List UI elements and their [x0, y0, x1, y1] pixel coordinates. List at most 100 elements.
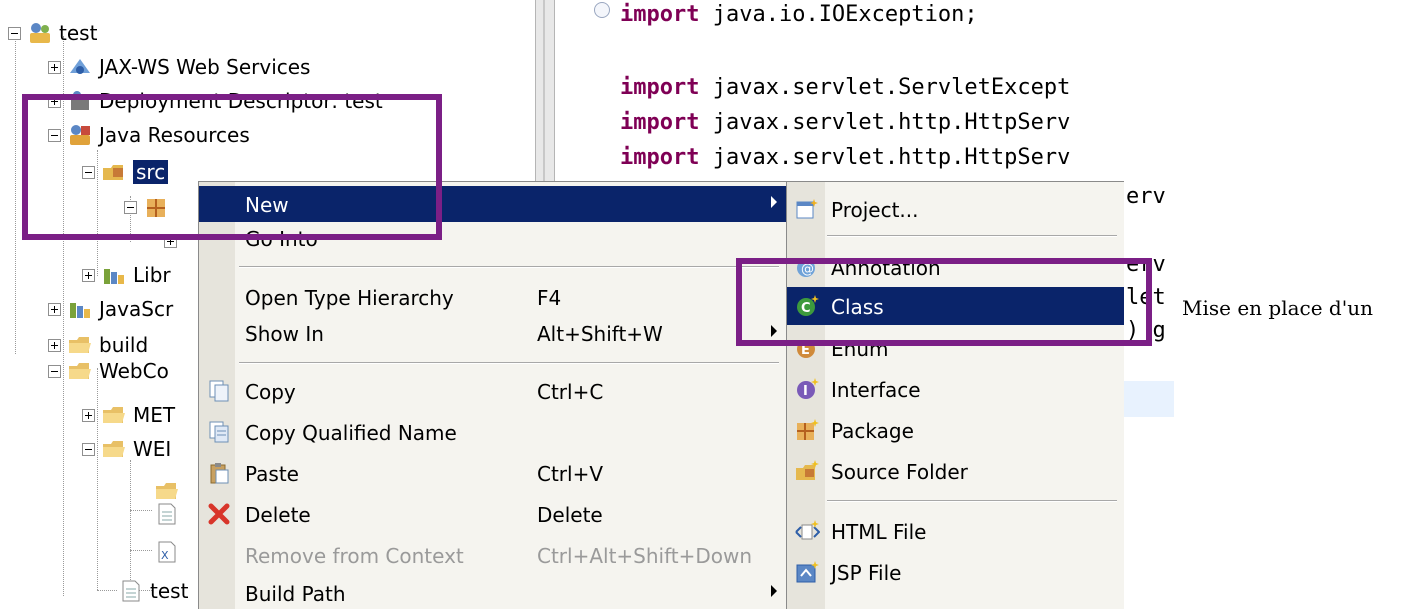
code-line-fragment: ) g [1126, 318, 1166, 343]
expand-icon[interactable] [82, 408, 95, 422]
collapse-icon[interactable] [124, 200, 137, 214]
collapse-icon[interactable] [8, 26, 21, 40]
package-icon [797, 419, 819, 440]
file-icon [158, 503, 176, 525]
tree-connector [130, 460, 131, 590]
code-line: import java.io.IOException; [620, 2, 978, 27]
tree-item-collapsed[interactable] [164, 224, 183, 258]
java-resources-icon [70, 125, 90, 145]
collapse-icon[interactable] [48, 364, 61, 378]
web-project-icon [30, 23, 50, 43]
menu-separator [239, 362, 779, 364]
svg-text:E: E [801, 343, 810, 358]
collapse-icon[interactable] [82, 442, 95, 456]
web-services-icon [70, 59, 90, 74]
collapse-icon[interactable] [82, 165, 95, 179]
menu-item-paste[interactable]: Paste Ctrl+V [199, 455, 786, 491]
tree-item-src[interactable]: src [82, 155, 169, 189]
tree-item-label: JavaScr [99, 297, 174, 321]
menu-item-show-in[interactable]: Show In Alt+Shift+W [199, 315, 786, 351]
tree-item-label: Deployment Descriptor: test [99, 89, 383, 113]
code-line-fragment: erv [1126, 252, 1166, 277]
fold-icon[interactable] [594, 2, 610, 18]
menu-item-delete[interactable]: Delete Delete [199, 496, 786, 532]
tree-item-label: MET [133, 403, 176, 427]
tree-item-webinf[interactable]: WEI [82, 432, 171, 466]
tree-item-label: JAX-WS Web Services [99, 55, 311, 79]
menu-item-open-type-hierarchy[interactable]: Open Type Hierarchy F4 [199, 279, 786, 315]
paste-icon [210, 463, 229, 484]
tree-item-label: Java Resources [99, 123, 250, 147]
submenu-arrow-icon [771, 585, 777, 597]
expand-icon[interactable] [164, 234, 177, 248]
tree-item-metainf[interactable]: MET [82, 398, 175, 432]
tree-item-libraries[interactable]: Libr [82, 258, 171, 292]
menu-item-copy-qualified-name[interactable]: Copy Qualified Name [199, 414, 786, 450]
tree-item-xml-file[interactable]: X [154, 535, 186, 569]
submenu-item-annotation[interactable]: @ Annotation [787, 248, 1124, 286]
copy-icon [209, 380, 229, 402]
svg-text:I: I [803, 384, 808, 399]
tree-item-webcontent[interactable]: WebCo [48, 354, 169, 388]
menu-separator [827, 235, 1117, 237]
folder-icon [103, 407, 125, 423]
expand-icon[interactable] [48, 94, 61, 108]
menu-item-remove-from-context: Remove from Context Ctrl+Alt+Shift+Down [245, 544, 753, 568]
expand-icon[interactable] [48, 60, 61, 74]
tree-connector [15, 36, 16, 354]
tree-item-test-file[interactable]: test [118, 574, 188, 608]
submenu-item-jsp-file[interactable]: JSP File [787, 553, 1124, 591]
html-file-icon [795, 520, 820, 540]
context-menu: New Go Into Open Type Hierarchy F4 Show … [198, 181, 786, 609]
submenu-arrow-icon [771, 325, 777, 337]
tree-item-java-resources[interactable]: Java Resources [48, 118, 250, 152]
source-folder-icon [796, 460, 819, 480]
menu-item-build-path[interactable]: Build Path [199, 575, 786, 609]
code-line: import javax.servlet.http.HttpServ [620, 145, 1071, 170]
tree-item-deployment-descriptor[interactable]: Deployment Descriptor: test [48, 84, 383, 118]
source-folder-icon [103, 165, 123, 180]
class-icon: C [797, 295, 819, 316]
code-line-fragment: let [1126, 285, 1166, 310]
collapse-icon[interactable] [48, 128, 61, 142]
tree-item-javascript[interactable]: JavaScr [48, 292, 173, 326]
tree-item-label: Libr [133, 263, 171, 287]
tree-connector [130, 550, 152, 551]
expand-icon[interactable] [48, 338, 61, 352]
deployment-descriptor-icon [71, 91, 89, 110]
folder-icon [69, 363, 91, 379]
expand-icon[interactable] [82, 268, 95, 282]
expand-icon[interactable] [48, 302, 61, 316]
caption-text: Mise en place d'un [1182, 296, 1373, 320]
code-line: import javax.servlet.ServletExcept [620, 75, 1071, 100]
tree-item-package[interactable] [124, 190, 175, 224]
tree-item-file[interactable] [154, 497, 186, 531]
libraries-icon [70, 303, 90, 318]
menu-item-new[interactable]: New [199, 186, 786, 222]
menu-separator [239, 266, 779, 268]
tree-item-jaxws[interactable]: JAX-WS Web Services [48, 50, 310, 84]
enum-icon: E [797, 340, 815, 358]
submenu-item-source-folder[interactable]: Source Folder [787, 452, 1124, 490]
submenu-item-package[interactable]: Package [787, 411, 1124, 449]
tree-connector [97, 590, 117, 591]
folder-icon [103, 441, 125, 457]
tree-connector [130, 510, 152, 511]
new-project-icon [796, 199, 818, 219]
new-submenu: Project... @ Annotation C Class E Enum I… [786, 181, 1124, 609]
tree-item-label: WEI [133, 437, 172, 461]
submenu-item-enum[interactable]: E Enum [787, 329, 1124, 367]
submenu-item-project[interactable]: Project... [787, 190, 1124, 228]
menu-item-go-into[interactable]: Go Into [199, 220, 786, 256]
submenu-item-class[interactable]: C Class [787, 287, 1124, 325]
annotation-icon: @ [797, 259, 815, 277]
tree-item-label: src [133, 160, 169, 184]
code-line-fragment: erv [1126, 184, 1166, 209]
svg-text:C: C [801, 301, 811, 316]
submenu-item-html-file[interactable]: HTML File [787, 512, 1124, 550]
menu-item-copy[interactable]: Copy Ctrl+C [199, 373, 786, 409]
package-icon [147, 199, 165, 217]
tree-item-project[interactable]: test [8, 16, 97, 50]
submenu-item-interface[interactable]: I Interface [787, 370, 1124, 408]
menu-separator [827, 500, 1117, 502]
